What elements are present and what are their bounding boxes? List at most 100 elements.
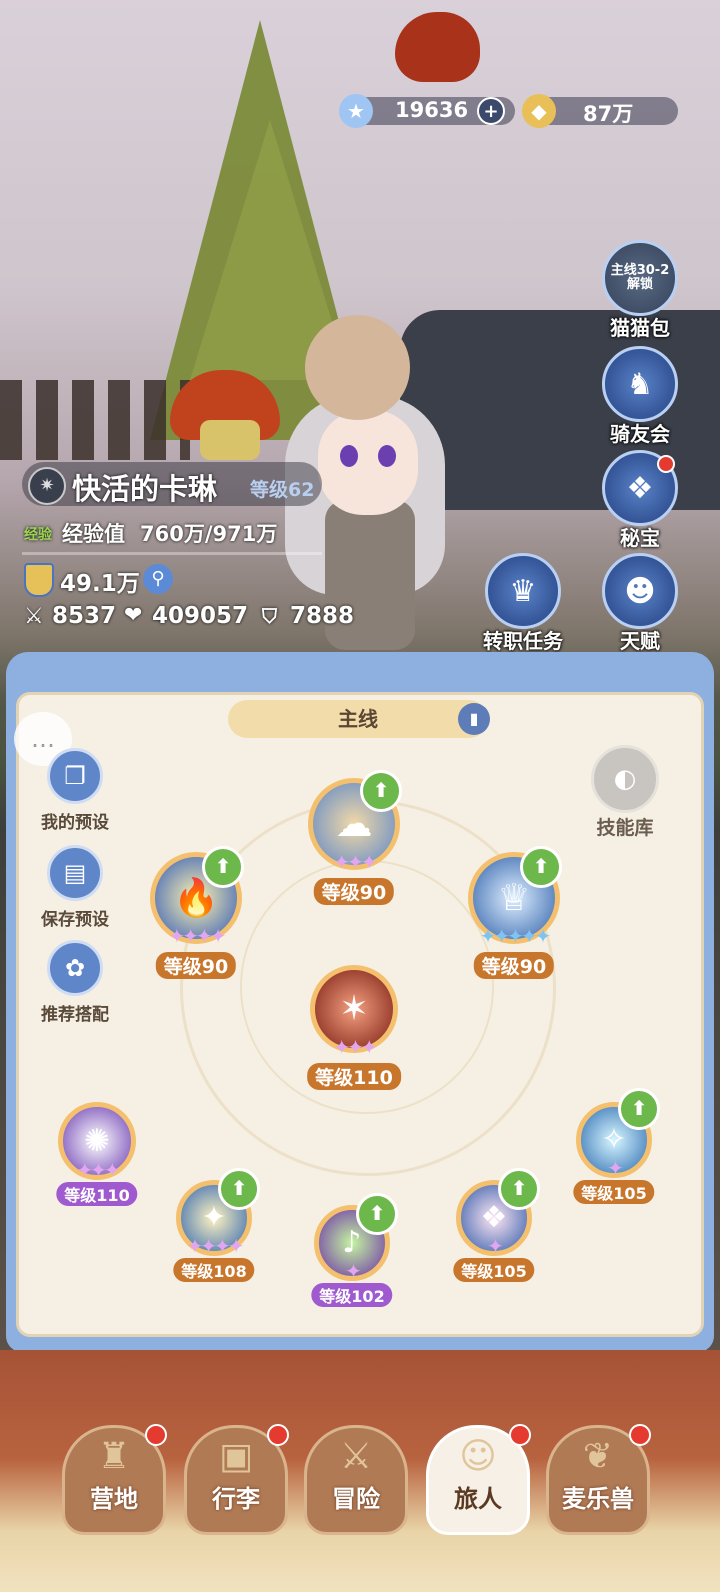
skill-b2-stars: ✦✦✦✦	[186, 1234, 244, 1258]
head-gear-icon: ☻	[602, 553, 678, 629]
skill-b3-upgrade-arrow-icon[interactable]: ⬆	[356, 1193, 398, 1235]
hp-value: 409057	[152, 603, 249, 629]
skill-center-level: 等级110	[307, 1063, 401, 1090]
character-eye-left	[340, 445, 358, 467]
notification-badge	[629, 1424, 651, 1446]
star-currency-bar: ★ 19636 +	[339, 94, 515, 128]
skill-right-upgrade-arrow-icon[interactable]: ⬆	[520, 846, 562, 888]
skill-top-level: 等级90	[313, 878, 395, 905]
nav-pet[interactable]: ❦ 麦乐兽	[546, 1424, 651, 1535]
cards-icon: ❐	[47, 748, 103, 804]
search-icon[interactable]: ⚲	[143, 564, 173, 594]
talent-button[interactable]: ☻ 天赋	[600, 553, 680, 654]
skill-b3[interactable]: ♪ ✦ 等级102 ⬆	[311, 1193, 398, 1311]
nav-label: 行李	[212, 1485, 260, 1513]
skill-b5-upgrade-arrow-icon[interactable]: ⬆	[618, 1088, 660, 1130]
skill-b5-stars: ✦	[607, 1156, 624, 1180]
class-emblem-icon: ✷	[28, 467, 66, 505]
exp-tag: 经验	[24, 527, 52, 543]
shield-power-icon	[24, 563, 54, 597]
star-icon: ★	[339, 94, 373, 128]
swords-icon: ⚔	[339, 1436, 373, 1477]
book-icon[interactable]: ▮	[458, 703, 490, 735]
skill-b5-level: 等级105	[573, 1180, 655, 1204]
skill-b2-upgrade-arrow-icon[interactable]: ⬆	[218, 1168, 260, 1210]
mushroom-stem	[200, 420, 260, 460]
treasure-button[interactable]: ❖ 秘宝	[600, 450, 680, 551]
character-eye-right	[378, 445, 396, 467]
skill-top-upgrade-arrow-icon[interactable]: ⬆	[360, 770, 402, 812]
attack-value: 8537	[52, 603, 117, 629]
recommend-build-label: 推荐搭配	[41, 1005, 109, 1025]
recommend-icon: ✿	[47, 940, 103, 996]
skill-b3-stars: ✦	[345, 1259, 362, 1283]
treasure-label: 秘宝	[620, 526, 660, 550]
skill-left-level: 等级90	[155, 952, 237, 979]
skill-left[interactable]: 🔥 ✦✦✦✦ 等级90 ⬆	[150, 846, 244, 979]
save-preset-button[interactable]: ▤ 保存预设	[35, 845, 115, 930]
cat-bag-lock: 主线30-2 解锁	[602, 240, 678, 316]
skill-b4[interactable]: ❖ ✦ 等级105 ⬆	[453, 1168, 540, 1286]
skill-left-upgrade-arrow-icon[interactable]: ⬆	[202, 846, 244, 888]
save-icon: ▤	[47, 845, 103, 901]
defense-value: 7888	[290, 603, 355, 629]
character-cat-mask	[305, 315, 410, 420]
exp-value: 760万/971万	[140, 522, 278, 546]
skill-b2-level: 等级108	[173, 1258, 255, 1282]
attack-icon: ⚔	[24, 604, 44, 629]
job-quest-button[interactable]: ♛ 转职任务	[478, 553, 568, 654]
treasure-badge	[657, 455, 675, 473]
skill-library-icon: ◐	[591, 745, 659, 813]
defense-shield-icon: ⛉	[262, 604, 277, 628]
character-face[interactable]	[318, 410, 418, 515]
nav-label: 旅人	[454, 1485, 502, 1513]
tab-main-line[interactable]: 主线	[228, 700, 488, 738]
skill-top[interactable]: ☁ ✦✦✦ 等级90 ⬆	[308, 770, 402, 905]
player-level: 等级62	[250, 479, 315, 501]
coin-icon: ◆	[522, 94, 556, 128]
skill-right-stars: ✦✦✦✦✦	[479, 924, 552, 948]
skill-b1-level: 等级110	[56, 1182, 138, 1206]
nav-adventure[interactable]: ⚔ 冒险	[304, 1425, 408, 1535]
flying-creature	[395, 12, 480, 82]
cat-bag-button[interactable]: 主线30-2 解锁 猫猫包	[600, 240, 680, 341]
star-currency-value: 19636	[395, 98, 469, 122]
my-preset-label: 我的预设	[41, 813, 109, 833]
skill-b4-level: 等级105	[453, 1258, 535, 1282]
nav-label: 冒险	[332, 1485, 380, 1513]
skill-b5[interactable]: ✧ ✦ 等级105 ⬆	[573, 1088, 660, 1208]
rider-club-button[interactable]: ♞ 骑友会	[600, 346, 680, 447]
cat-bag-label: 猫猫包	[610, 316, 670, 340]
nav-label: 麦乐兽	[562, 1485, 634, 1513]
skill-b4-upgrade-arrow-icon[interactable]: ⬆	[498, 1168, 540, 1210]
exp-bar	[22, 552, 322, 555]
talent-label: 天赋	[620, 629, 660, 653]
nav-camp[interactable]: ♜ 营地	[62, 1424, 167, 1535]
nav-luggage[interactable]: ▣ 行李	[184, 1424, 289, 1535]
my-preset-button[interactable]: ❐ 我的预设	[35, 748, 115, 833]
notification-badge	[267, 1424, 289, 1446]
job-quest-label: 转职任务	[483, 629, 563, 653]
skill-top-stars: ✦✦✦	[333, 850, 377, 874]
skill-library-button[interactable]: ◐ 技能库	[590, 745, 660, 840]
nav-traveler[interactable]: ☺ 旅人	[426, 1424, 531, 1535]
nav-label: 营地	[90, 1485, 138, 1513]
crown-icon: ♛	[485, 553, 561, 629]
horse-icon: ♞	[602, 346, 678, 422]
skill-right[interactable]: ♕ ✦✦✦✦✦ 等级90 ⬆	[468, 846, 562, 979]
coin-currency-bar: ◆ 87万	[522, 94, 678, 128]
recommend-build-button[interactable]: ✿ 推荐搭配	[35, 940, 115, 1025]
skill-center[interactable]: ✶ ✦✦✦ 等级110	[307, 965, 401, 1090]
skill-right-level: 等级90	[473, 952, 555, 979]
skill-b4-stars: ✦	[487, 1234, 504, 1258]
game-scene: ★ 19636 + ◆ 87万 主线30-2 解锁 猫猫包 ♞ 骑友会 ❖ 秘宝…	[0, 0, 720, 1592]
exp-label: 经验值	[62, 522, 125, 546]
skill-left-stars: ✦✦✦✦	[168, 924, 226, 948]
save-preset-label: 保存预设	[41, 910, 109, 930]
skill-b1[interactable]: ✺ ✦✦✦ 等级110	[56, 1102, 138, 1210]
skill-b3-level: 等级102	[311, 1283, 393, 1307]
player-name: 快活的卡琳	[72, 472, 218, 506]
skill-b2[interactable]: ✦ ✦✦✦✦ 等级108 ⬆	[173, 1168, 260, 1286]
notification-badge	[145, 1424, 167, 1446]
add-currency-button[interactable]: +	[477, 97, 505, 125]
